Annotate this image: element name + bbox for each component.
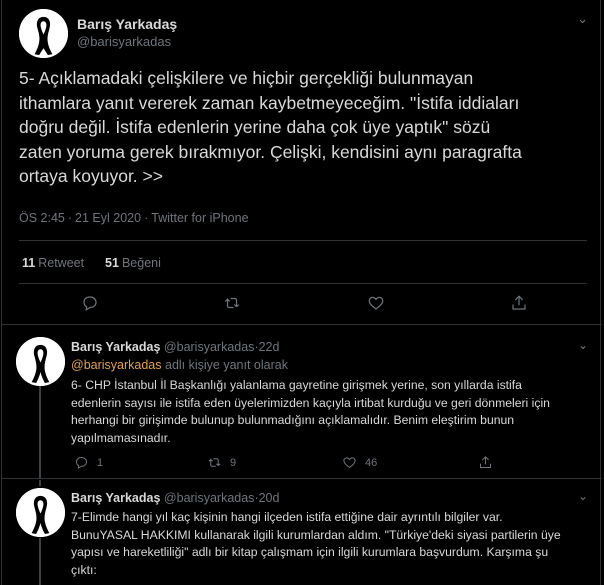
author-handle[interactable]: @barisyarkadas [164,491,255,505]
reply-header: Barış Yarkadaş @barisyarkadas·22d [71,340,279,354]
author-handle[interactable]: @barisyarkadas [77,34,171,49]
retweet-label: Retweet [38,256,85,270]
like-count: 46 [365,456,378,469]
tweet-stats: 11 Retweet 51 Beğeni [22,256,161,270]
reply-count: 1 [97,456,104,469]
chevron-down-icon[interactable]: ⌄ [578,489,588,503]
reply-action[interactable]: 1 [74,455,103,470]
tweet-age[interactable]: 22d [259,340,280,354]
tweet-age[interactable]: 20d [259,491,280,505]
mourning-ribbon-avatar-image [16,337,65,386]
thread-line [39,538,41,585]
tweet-time[interactable]: ÖS 2:45 [19,211,65,225]
like-stat[interactable]: 51 Beğeni [105,256,161,270]
retweet-action[interactable]: 9 [207,455,236,470]
retweet-icon[interactable] [223,294,243,314]
reply-header: Barış Yarkadaş @barisyarkadas·20d [71,491,279,505]
share-icon [480,456,491,468]
reply-text: 7-Elimde hangi yıl kaç kişinin hangi ilç… [71,510,561,577]
avatar[interactable] [19,9,68,58]
reply-icon [75,456,88,470]
reply-text: 6- CHP İstanbul İl Başkanlığı yalanlama … [71,378,550,445]
replying-to: @barisyarkadas adlı kişiye yanıt olarak [71,358,288,372]
divider [19,283,587,284]
reply-tweet: Barış Yarkadaş @barisyarkadas·20d ⌄ 7-El… [2,480,602,585]
reply-tweet: Barış Yarkadaş @barisyarkadas·22d ⌄ @bar… [2,326,602,479]
avatar[interactable] [16,337,65,386]
author-name[interactable]: Barış Yarkadaş [71,340,160,354]
retweet-stat[interactable]: 11 Retweet [22,256,84,270]
timeline: Barış Yarkadaş @barisyarkadas ⌄ 5- Açıkl… [1,0,602,585]
like-action[interactable]: 46 [342,455,377,470]
replying-to-label: adlı kişiye yanıt olarak [161,358,288,372]
tweet-client[interactable]: Twitter for iPhone [151,211,248,225]
chevron-down-icon[interactable]: ⌄ [578,338,588,352]
heart-icon [343,457,356,469]
mourning-ribbon-avatar-image [19,9,68,58]
tweet-date[interactable]: 21 Eyl 2020 [75,211,141,225]
divider [19,240,587,241]
mention-link[interactable]: @barisyarkadas [71,358,162,372]
thread-line [39,382,41,479]
mourning-ribbon-avatar-image [16,488,65,537]
tweet-text: 5- Açıklamadaki çelişkilere ve hiçbir ge… [19,68,522,186]
like-label: Beğeni [121,256,161,270]
tweet-meta: ÖS 2:45 · 21 Eyl 2020 · Twitter for iPhone [19,211,249,225]
reply-icon[interactable] [81,294,101,314]
meta-separator: · [144,211,149,225]
author-name[interactable]: Barış Yarkadaş [71,491,160,505]
share-icon[interactable] [510,294,530,314]
main-tweet: Barış Yarkadaş @barisyarkadas ⌄ 5- Açıkl… [2,0,602,325]
retweet-count: 11 [22,256,36,270]
meta-separator: · [67,211,73,225]
thread-line [39,480,41,486]
retweet-count: 9 [230,456,237,469]
like-count: 51 [105,256,119,270]
share-action[interactable] [478,455,501,470]
retweet-icon [208,458,221,467]
author-handle[interactable]: @barisyarkadas [164,340,255,354]
heart-icon[interactable] [367,294,387,314]
avatar[interactable] [16,488,65,537]
author-name[interactable]: Barış Yarkadaş [77,16,177,32]
chevron-down-icon[interactable]: ⌄ [577,11,588,27]
